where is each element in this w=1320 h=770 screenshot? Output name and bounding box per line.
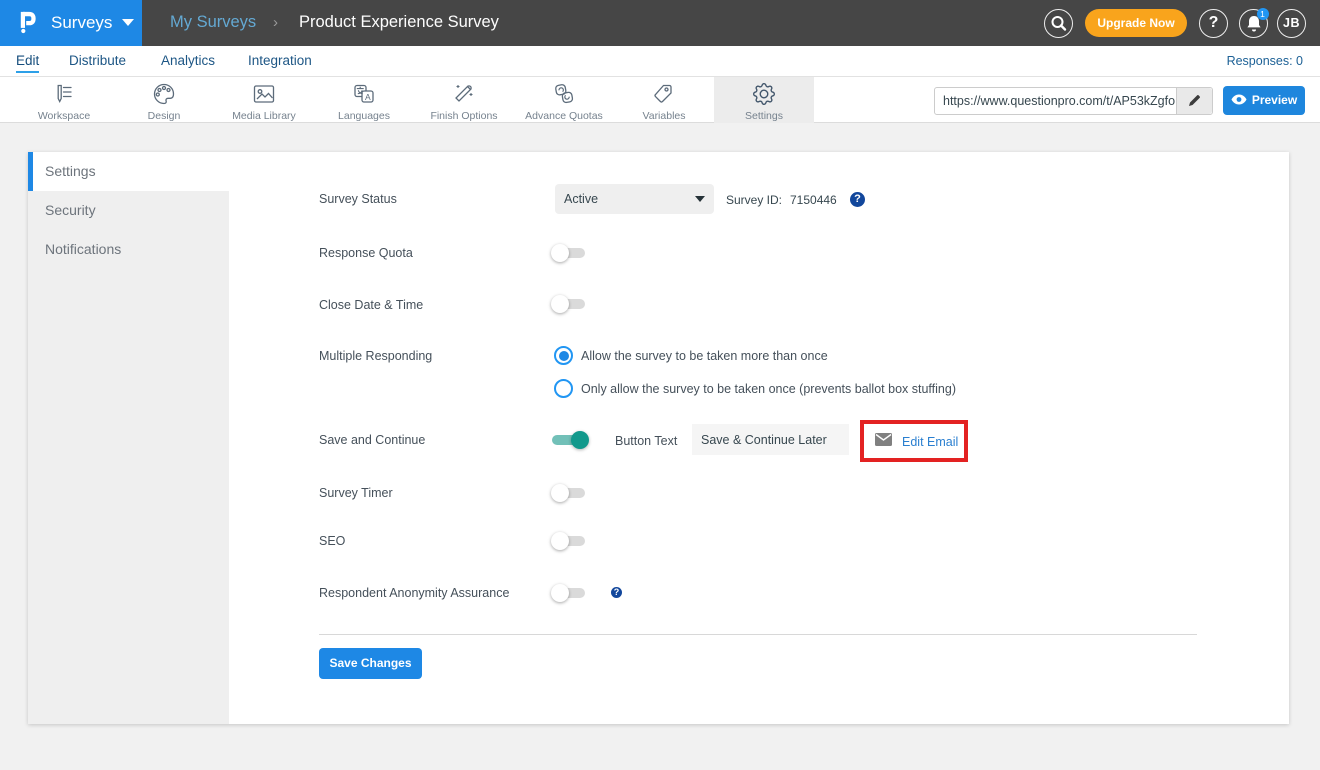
svg-text:A: A: [365, 92, 371, 102]
